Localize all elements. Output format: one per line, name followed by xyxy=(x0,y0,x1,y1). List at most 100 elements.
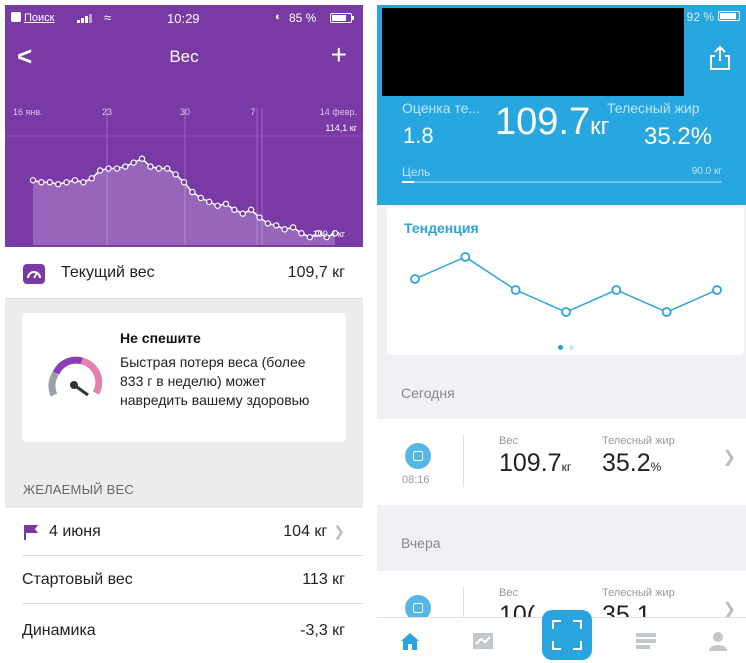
status-back-link[interactable]: Поиск xyxy=(11,12,54,24)
scale-icon xyxy=(405,443,431,469)
dynamics-row: Динамика -3,3 кг xyxy=(5,607,363,655)
status-time: 10:29 xyxy=(167,11,200,26)
trend-point xyxy=(611,285,622,295)
weight-point xyxy=(155,165,163,172)
chevron-right-icon: ❯ xyxy=(333,523,345,539)
today-section-header: Сегодня xyxy=(401,385,455,401)
chevron-right-icon: ❯ xyxy=(722,601,736,618)
weight-point xyxy=(46,179,53,186)
flag-icon xyxy=(24,525,38,540)
chart-icon[interactable] xyxy=(472,631,494,651)
weight-screen-right: 92 % Оценка те... 1.8 109.7кг Телесный ж… xyxy=(377,5,746,663)
body-score-value: 1.8 xyxy=(403,123,434,148)
weight-point xyxy=(164,165,171,172)
goal-value: 90.0 кг xyxy=(691,166,722,177)
entry-weight-unit: кг xyxy=(561,460,572,474)
weight-point xyxy=(105,165,112,172)
warning-title: Не спешите xyxy=(120,330,201,346)
body-fat-label: Телесный жир xyxy=(607,100,700,116)
entry-weight-label: Вес xyxy=(499,435,518,447)
x-tick-label: 30 xyxy=(180,107,190,117)
warning-text: Быстрая потеря веса (более 833 г в недел… xyxy=(120,354,310,408)
weight-point xyxy=(189,188,196,196)
trend-line xyxy=(414,256,718,313)
speedometer-icon xyxy=(48,356,102,397)
list-icon[interactable] xyxy=(635,631,657,651)
goal-date-row[interactable]: 4 июня 104 кг ❯ xyxy=(5,508,363,556)
weight-number: 109.7 xyxy=(495,101,591,143)
page-dot xyxy=(568,345,574,350)
weight-header: Поиск ≈ 10:29 ◐ 85 % < Вес + 16 янв. 23 30… xyxy=(5,5,363,247)
weight-point xyxy=(306,233,314,241)
warning-card: Не спешите Быстрая потеря веса (более 83… xyxy=(22,313,346,442)
home-icon[interactable] xyxy=(399,631,421,651)
entry-fat-value: 35.2% xyxy=(602,449,661,478)
page-dot-active xyxy=(557,345,563,350)
today-entry[interactable]: 08:16 Вес 109.7кг Телесный жир 35.2% ❯ xyxy=(377,419,746,505)
alarm-icon: ◐ xyxy=(275,11,282,23)
goal-progress-bar xyxy=(402,181,722,183)
x-tick-label: 7 xyxy=(250,107,255,117)
weight-point xyxy=(298,230,305,237)
corner-icon xyxy=(552,620,561,629)
current-weight-row[interactable]: Текущий вес 109,7 кг xyxy=(5,247,363,299)
measure-button[interactable] xyxy=(542,610,592,660)
weight-unit: кг xyxy=(590,113,610,140)
x-tick-label: 14 февр. xyxy=(320,107,357,117)
goal-section-header: ЖЕЛАЕМЫЙ ВЕС xyxy=(23,482,134,497)
chevron-right-icon: ❯ xyxy=(722,449,736,466)
current-weight-label: Текущий вес xyxy=(61,264,155,281)
weight-value: 109.7кг xyxy=(495,101,609,144)
max-label: 114,1 кг xyxy=(325,123,357,133)
corner-icon xyxy=(573,620,582,629)
goal-list: 4 июня 104 кг ❯ Стартовый вес 113 кг Дина… xyxy=(5,508,363,663)
current-weight-value: 109,7 кг xyxy=(287,264,345,281)
trend-point xyxy=(460,252,471,262)
weight-point xyxy=(147,163,154,170)
weight-point xyxy=(231,206,238,213)
weight-point xyxy=(96,167,104,174)
weight-point xyxy=(273,222,280,229)
page-title: Вес xyxy=(169,47,199,66)
entry-fat-number: 35.2 xyxy=(602,449,651,477)
profile-icon[interactable] xyxy=(707,631,729,651)
add-entry-button[interactable]: + xyxy=(331,39,347,71)
entry-fat-unit: % xyxy=(650,460,662,474)
status-back-label: Поиск xyxy=(24,12,55,24)
battery-percent: 85 % xyxy=(289,11,317,25)
entry-weight-label: Вес xyxy=(499,587,518,599)
weight-point xyxy=(205,198,213,206)
weight-point xyxy=(71,177,79,184)
weight-point xyxy=(214,202,221,209)
body-fat-value: 35.2% xyxy=(644,123,713,150)
trend-point xyxy=(712,285,722,295)
weight-chart[interactable]: 16 янв. 23 30 7 14 февр. 114,1 кг 109,4 кг xyxy=(5,100,363,245)
weight-point xyxy=(113,165,121,172)
dynamics-value: -3,3 кг xyxy=(300,622,345,639)
weight-point xyxy=(289,224,297,231)
corner-icon xyxy=(573,641,582,650)
weight-point xyxy=(172,171,179,178)
weight-point xyxy=(88,175,95,182)
weight-point xyxy=(256,214,263,221)
weight-point xyxy=(38,179,45,186)
back-app-icon xyxy=(11,12,21,22)
weight-point xyxy=(180,179,188,186)
battery-percent: 92 % xyxy=(686,10,714,24)
goal-label: Цель xyxy=(402,165,431,179)
weight-point xyxy=(247,206,255,213)
weight-point xyxy=(63,179,70,186)
page-indicator[interactable] xyxy=(387,337,744,355)
weight-point xyxy=(222,200,230,208)
trend-point xyxy=(410,274,420,284)
corner-icon xyxy=(552,641,561,650)
entry-weight-value: 109.7кг xyxy=(499,449,571,478)
entry-fat-label: Телесный жир xyxy=(602,587,675,599)
weight-point xyxy=(197,194,204,202)
yesterday-section-header: Вчера xyxy=(401,535,441,551)
trend-chart xyxy=(410,252,722,317)
goal-weight-value: 104 кг xyxy=(283,523,328,540)
trend-card[interactable]: Тенденция xyxy=(387,207,744,355)
weight-point xyxy=(54,181,62,188)
share-icon[interactable] xyxy=(708,45,732,71)
